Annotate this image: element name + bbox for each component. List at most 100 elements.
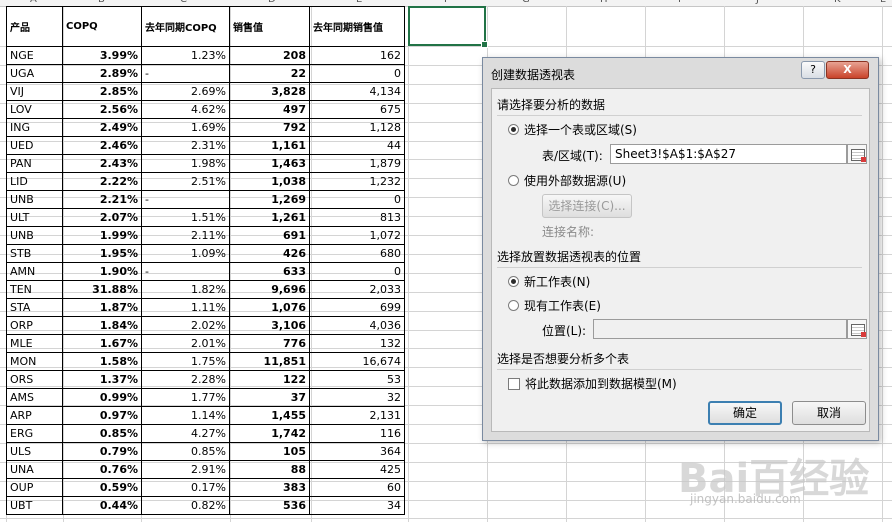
table-range-collapse-button[interactable] bbox=[847, 144, 867, 164]
cell-sales[interactable]: 3,828 bbox=[229, 82, 310, 101]
cell-product[interactable]: ORP bbox=[6, 316, 63, 335]
location-input[interactable] bbox=[593, 319, 847, 339]
cell-last-year-copq[interactable]: 1.75% bbox=[141, 352, 230, 371]
column-letter-d[interactable]: D bbox=[268, 0, 276, 5]
cell-last-year-copq[interactable]: 2.02% bbox=[141, 316, 230, 335]
column-letter-a[interactable]: A bbox=[30, 0, 37, 5]
cell-copq[interactable]: 2.07% bbox=[62, 208, 142, 227]
cell-last-year-sales[interactable]: 162 bbox=[309, 46, 405, 65]
cell-last-year-sales[interactable]: 0 bbox=[309, 190, 405, 209]
cell-copq[interactable]: 0.97% bbox=[62, 406, 142, 425]
cell-copq[interactable]: 1.99% bbox=[62, 226, 142, 245]
header-last-year-sales[interactable]: 去年同期销售值 bbox=[309, 6, 405, 47]
column-letter-l[interactable]: L bbox=[880, 0, 886, 5]
cell-product[interactable]: UGA bbox=[6, 64, 63, 83]
cell-last-year-sales[interactable]: 425 bbox=[309, 460, 405, 479]
header-last-year-copq[interactable]: 去年同期COPQ bbox=[141, 6, 230, 47]
cell-product[interactable]: LID bbox=[6, 172, 63, 191]
cell-last-year-sales[interactable]: 34 bbox=[309, 496, 405, 515]
cell-sales[interactable]: 22 bbox=[229, 64, 310, 83]
cell-copq[interactable]: 2.22% bbox=[62, 172, 142, 191]
cell-product[interactable]: MLE bbox=[6, 334, 63, 353]
cell-copq[interactable]: 2.85% bbox=[62, 82, 142, 101]
cell-product[interactable]: UNA bbox=[6, 460, 63, 479]
cell-copq[interactable]: 2.89% bbox=[62, 64, 142, 83]
header-product[interactable]: 产品 bbox=[6, 6, 63, 47]
cell-sales[interactable]: 1,076 bbox=[229, 298, 310, 317]
cell-last-year-sales[interactable]: 699 bbox=[309, 298, 405, 317]
table-range-input[interactable]: Sheet3!$A$1:$A$27 bbox=[610, 144, 847, 164]
cell-last-year-sales[interactable]: 53 bbox=[309, 370, 405, 389]
cell-sales[interactable]: 1,269 bbox=[229, 190, 310, 209]
help-button[interactable]: ? bbox=[801, 61, 825, 79]
column-letter-b[interactable]: B bbox=[98, 0, 105, 5]
cell-last-year-sales[interactable]: 2,033 bbox=[309, 280, 405, 299]
column-letter-e[interactable]: E bbox=[356, 0, 362, 5]
cell-product[interactable]: ULT bbox=[6, 208, 63, 227]
cell-last-year-copq[interactable]: 1.69% bbox=[141, 118, 230, 137]
cell-copq[interactable]: 0.76% bbox=[62, 460, 142, 479]
cell-product[interactable]: ERG bbox=[6, 424, 63, 443]
cell-sales[interactable]: 11,851 bbox=[229, 352, 310, 371]
cell-last-year-copq[interactable]: 1.09% bbox=[141, 244, 230, 263]
cell-sales[interactable]: 1,261 bbox=[229, 208, 310, 227]
cell-last-year-copq[interactable]: 0.85% bbox=[141, 442, 230, 461]
cell-product[interactable]: ULS bbox=[6, 442, 63, 461]
cell-product[interactable]: AMN bbox=[6, 262, 63, 281]
cell-copq[interactable]: 1.87% bbox=[62, 298, 142, 317]
add-to-data-model-checkbox[interactable] bbox=[508, 378, 520, 390]
cell-last-year-copq[interactable]: 0.17% bbox=[141, 478, 230, 497]
cell-product[interactable]: ARP bbox=[6, 406, 63, 425]
column-letter-c[interactable]: C bbox=[180, 0, 187, 5]
cell-product[interactable]: UBT bbox=[6, 496, 63, 515]
cell-last-year-sales[interactable]: 1,232 bbox=[309, 172, 405, 191]
cell-product[interactable]: LOV bbox=[6, 100, 63, 119]
cell-copq[interactable]: 0.59% bbox=[62, 478, 142, 497]
cell-product[interactable]: UED bbox=[6, 136, 63, 155]
radio-existing-worksheet[interactable] bbox=[508, 300, 519, 311]
cell-sales[interactable]: 208 bbox=[229, 46, 310, 65]
cell-last-year-sales[interactable]: 1,072 bbox=[309, 226, 405, 245]
ok-button[interactable]: 确定 bbox=[708, 401, 782, 425]
column-letter-j[interactable]: J bbox=[756, 0, 759, 5]
cell-copq[interactable]: 1.90% bbox=[62, 262, 142, 281]
selected-cell[interactable] bbox=[408, 6, 488, 48]
cell-last-year-copq[interactable]: 0.82% bbox=[141, 496, 230, 515]
cell-copq[interactable]: 1.84% bbox=[62, 316, 142, 335]
radio-external-source-label[interactable]: 使用外部数据源(U) bbox=[524, 172, 626, 189]
cell-product[interactable]: TEN bbox=[6, 280, 63, 299]
cell-sales[interactable]: 383 bbox=[229, 478, 310, 497]
cell-last-year-sales[interactable]: 1,879 bbox=[309, 154, 405, 173]
cell-last-year-copq[interactable]: 1.14% bbox=[141, 406, 230, 425]
cell-sales[interactable]: 1,463 bbox=[229, 154, 310, 173]
radio-table-range-label[interactable]: 选择一个表或区域(S) bbox=[524, 121, 637, 138]
cell-sales[interactable]: 3,106 bbox=[229, 316, 310, 335]
cell-copq[interactable]: 31.88% bbox=[62, 280, 142, 299]
cell-sales[interactable]: 1,038 bbox=[229, 172, 310, 191]
cell-product[interactable]: NGE bbox=[6, 46, 63, 65]
cell-copq[interactable]: 0.85% bbox=[62, 424, 142, 443]
add-to-data-model-label[interactable]: 将此数据添加到数据模型(M) bbox=[525, 375, 677, 392]
column-letter-h[interactable]: H bbox=[600, 0, 608, 5]
cell-last-year-sales[interactable]: 60 bbox=[309, 478, 405, 497]
cell-copq[interactable]: 1.95% bbox=[62, 244, 142, 263]
cell-copq[interactable]: 1.37% bbox=[62, 370, 142, 389]
cell-copq[interactable]: 2.56% bbox=[62, 100, 142, 119]
cell-last-year-sales[interactable]: 116 bbox=[309, 424, 405, 443]
cell-copq[interactable]: 2.49% bbox=[62, 118, 142, 137]
cell-copq[interactable]: 1.58% bbox=[62, 352, 142, 371]
cell-sales[interactable]: 9,696 bbox=[229, 280, 310, 299]
radio-external-source[interactable] bbox=[508, 175, 519, 186]
cell-last-year-sales[interactable]: 16,674 bbox=[309, 352, 405, 371]
cell-last-year-sales[interactable]: 44 bbox=[309, 136, 405, 155]
cell-sales[interactable]: 792 bbox=[229, 118, 310, 137]
cell-last-year-sales[interactable]: 132 bbox=[309, 334, 405, 353]
cell-last-year-copq[interactable]: 2.28% bbox=[141, 370, 230, 389]
cell-copq[interactable]: 2.46% bbox=[62, 136, 142, 155]
cell-last-year-sales[interactable]: 813 bbox=[309, 208, 405, 227]
choose-connection-button[interactable]: 选择连接(C)... bbox=[542, 194, 632, 218]
cell-product[interactable]: UNB bbox=[6, 190, 63, 209]
column-letter-g[interactable]: G bbox=[522, 0, 530, 5]
cell-last-year-copq[interactable]: 2.51% bbox=[141, 172, 230, 191]
header-sales[interactable]: 销售值 bbox=[229, 6, 310, 47]
